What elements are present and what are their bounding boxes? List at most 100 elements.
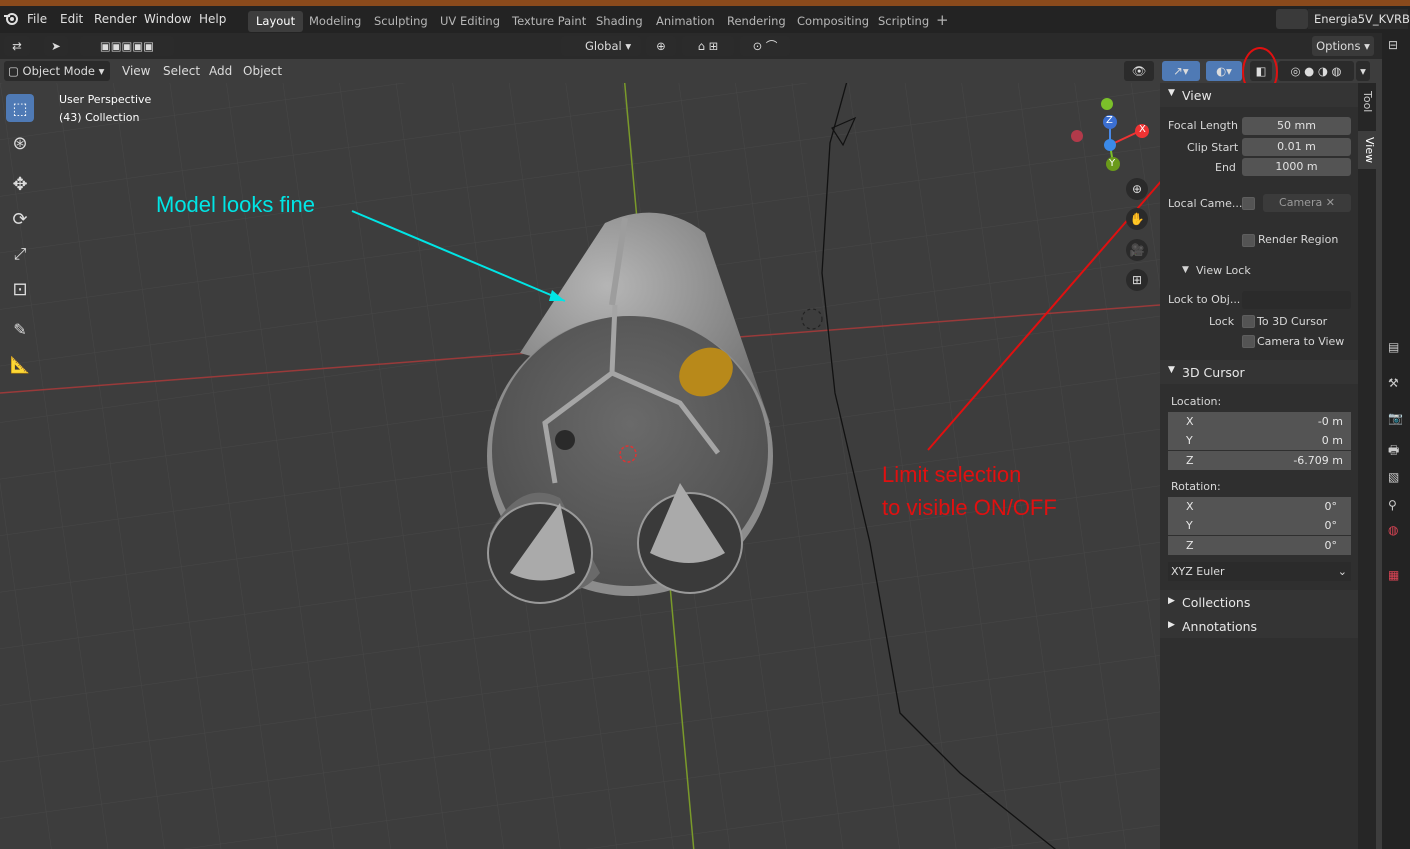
cursor-location-z-field[interactable]: Z -6.709 m [1168, 451, 1351, 470]
proportional-editing-icon[interactable]: ⊙ ⌒ [740, 36, 790, 56]
tool-settings-icon[interactable]: ⚒ [1388, 376, 1399, 390]
menu-object[interactable]: Object [243, 64, 282, 78]
measure-tool-icon[interactable]: 📐 [6, 350, 34, 378]
axis-label: Z [1186, 454, 1194, 467]
cursor-rotation-z-field[interactable]: Z 0° [1168, 536, 1351, 555]
viewport-collection-label: (43) Collection [59, 111, 140, 124]
camera-to-view-checkbox[interactable] [1242, 335, 1255, 348]
rotation-mode-value: XYZ Euler [1171, 565, 1225, 578]
3d-cursor-panel-header[interactable]: ▼ 3D Cursor [1160, 360, 1360, 384]
limit-selection-annotation-line2: to visible ON/OFF [882, 495, 1057, 520]
blender-logo-icon[interactable] [3, 11, 19, 30]
tool-properties-icon[interactable]: ▤ [1388, 340, 1399, 354]
cursor-location-x-field[interactable]: X -0 m [1168, 412, 1351, 431]
axis-value: -0 m [1317, 415, 1343, 428]
tab-modeling[interactable]: Modeling [301, 11, 369, 32]
pan-hand-icon[interactable]: ✋ [1126, 208, 1148, 230]
perspective-toggle-icon[interactable]: ⊞ [1126, 269, 1148, 291]
editor-type-icon[interactable]: ⊟ [1388, 38, 1398, 52]
to-3d-cursor-checkbox[interactable] [1242, 315, 1255, 328]
render-region-checkbox[interactable] [1242, 234, 1255, 247]
menu-add[interactable]: Add [209, 64, 232, 78]
move-tool-icon[interactable]: ✥ [6, 170, 34, 198]
camera-field[interactable]: Camera ✕ [1263, 194, 1351, 212]
clip-end-field[interactable]: 1000 m [1242, 158, 1351, 176]
world-properties-icon[interactable]: ◍ [1388, 523, 1398, 537]
menu-window[interactable]: Window [144, 12, 191, 26]
tab-shading[interactable]: Shading [588, 11, 651, 32]
collections-panel-header[interactable]: ▶ Collections [1160, 590, 1360, 614]
tab-compositing[interactable]: Compositing [789, 11, 877, 32]
orientation-label: Global [585, 39, 622, 53]
expand-icon: ▼ [1168, 365, 1175, 375]
tab-layout[interactable]: Layout [248, 11, 304, 32]
annotate-tool-icon[interactable]: ✎ [6, 315, 34, 343]
gizmo-z-label[interactable]: Z [1106, 115, 1113, 126]
cursor-rotation-y-field[interactable]: Y 0° [1168, 516, 1351, 535]
menu-file[interactable]: File [27, 12, 47, 26]
sidebar-n-panel: ▼ View Focal Length 50 mm Clip Start 0.0… [1160, 83, 1360, 849]
view-panel-title: View [1182, 88, 1212, 103]
lock-to-object-field[interactable] [1242, 291, 1351, 309]
clip-start-field[interactable]: 0.01 m [1242, 138, 1351, 156]
camera-view-icon[interactable]: 🎥 [1126, 239, 1148, 261]
tab-texture-paint[interactable]: Texture Paint [504, 11, 594, 32]
menu-select[interactable]: Select [163, 64, 200, 78]
zoom-icon[interactable]: ⊕ [1126, 178, 1148, 200]
rotation-mode-select[interactable]: XYZ Euler ⌄ [1168, 562, 1351, 581]
menu-render[interactable]: Render [94, 12, 137, 26]
lock-to-object-label: Lock to Obj... [1168, 293, 1241, 306]
tab-sculpting[interactable]: Sculpting [366, 11, 436, 32]
cursor-rotation-x-field[interactable]: X 0° [1168, 497, 1351, 516]
add-workspace-icon[interactable]: + [936, 11, 949, 29]
options-button[interactable]: Options ▾ [1312, 36, 1374, 56]
scene-properties-icon[interactable]: ⚲ [1388, 498, 1397, 512]
snapping-icon[interactable]: ⌂ ⊞ [682, 36, 734, 56]
axis-value: 0 m [1321, 434, 1343, 447]
select-tool-icon[interactable]: ➤ [44, 36, 68, 56]
object-mode-select[interactable]: ▢ Object Mode ▾ [4, 61, 110, 81]
tab-tool[interactable]: Tool [1360, 91, 1374, 121]
tab-rendering[interactable]: Rendering [719, 11, 794, 32]
gizmo-x-label[interactable]: X [1139, 124, 1146, 135]
local-camera-checkbox[interactable] [1242, 197, 1255, 210]
view-layer-icon[interactable]: ▧ [1388, 470, 1399, 484]
expand-icon: ▼ [1168, 88, 1175, 98]
view-lock-title[interactable]: View Lock [1196, 264, 1251, 277]
annotations-panel-header[interactable]: ▶ Annotations [1160, 614, 1360, 638]
collapse-icon: ▶ [1168, 620, 1175, 630]
visibility-icon[interactable]: 👁 [1124, 61, 1154, 81]
cursor-tool-icon[interactable]: ⊛ [6, 129, 34, 157]
pivot-point-icon[interactable]: ⊕ [646, 36, 676, 56]
transform-orientation-select[interactable]: Global ▾ [561, 36, 641, 56]
tab-animation[interactable]: Animation [648, 11, 723, 32]
transform-tool-icon[interactable]: ⊡ [6, 275, 34, 303]
editor-type-icon[interactable]: ⇄ [4, 36, 30, 56]
view-panel-header[interactable]: ▼ View [1160, 83, 1360, 107]
menu-view[interactable]: View [122, 64, 150, 78]
tab-scripting[interactable]: Scripting [870, 11, 937, 32]
overlay-toggle-icon[interactable]: ◐▾ [1206, 61, 1242, 81]
tab-uv-editing[interactable]: UV Editing [432, 11, 508, 32]
cursor-location-y-field[interactable]: Y 0 m [1168, 431, 1351, 450]
shading-mode-icons[interactable]: ◎ ● ◑ ◍ [1278, 61, 1354, 81]
select-box-tool-icon[interactable]: ⬚ [6, 94, 34, 122]
menu-help[interactable]: Help [199, 12, 226, 26]
scale-tool-icon[interactable]: ⤢ [6, 240, 34, 268]
location-label: Location: [1171, 395, 1222, 408]
scene-name-field[interactable]: Energia5V_KVRB [1308, 9, 1410, 29]
texture-properties-icon[interactable]: ▦ [1388, 568, 1399, 582]
render-properties-icon[interactable]: 📷 [1388, 411, 1403, 425]
rotate-tool-icon[interactable]: ⟳ [6, 205, 34, 233]
annotations-panel-title: Annotations [1182, 619, 1258, 634]
output-properties-icon[interactable]: 🖶 [1388, 441, 1399, 462]
tab-view[interactable]: View [1358, 131, 1376, 169]
menu-edit[interactable]: Edit [60, 12, 83, 26]
gizmo-toggle-icon[interactable]: ↗▾ [1162, 61, 1200, 81]
gizmo-y-label[interactable]: Y [1109, 158, 1115, 169]
scene-selector-icon[interactable] [1276, 9, 1308, 29]
shading-options-icon[interactable]: ▾ [1356, 61, 1370, 81]
focal-length-field[interactable]: 50 mm [1242, 117, 1351, 135]
selection-mode-icons[interactable]: ▣▣▣▣▣ [80, 36, 174, 56]
view-lock-expand-icon[interactable]: ▼ [1182, 265, 1189, 275]
